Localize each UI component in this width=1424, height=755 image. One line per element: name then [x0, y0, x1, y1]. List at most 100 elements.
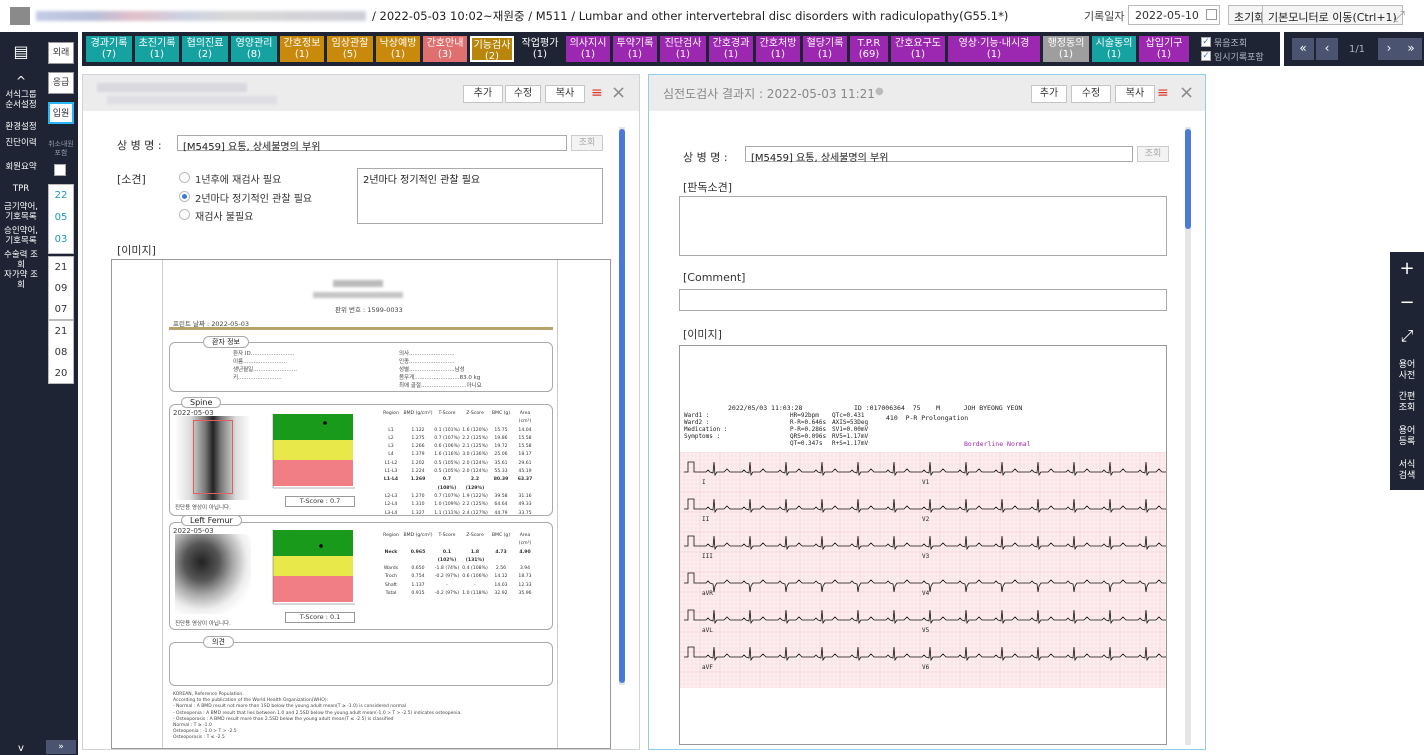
- tab-15[interactable]: 혈당기록 (1): [803, 36, 847, 62]
- panel-scrollbar[interactable]: [619, 127, 625, 685]
- tab-10[interactable]: 의사지시 (1): [566, 36, 610, 62]
- tab-0[interactable]: 경과기록 (7): [86, 36, 132, 62]
- close-icon[interactable]: ×: [1179, 82, 1194, 103]
- radio-no-retest[interactable]: [179, 209, 190, 220]
- zoom-in-icon[interactable]: +: [1390, 260, 1424, 278]
- quick-lookup-button[interactable]: 간편 조회: [1390, 392, 1424, 414]
- sidebar-item[interactable]: 금기약어, 기호목록: [0, 202, 42, 222]
- sidebar-item[interactable]: TPR: [0, 184, 42, 194]
- bundle-view-checkbox[interactable]: ✓: [1201, 37, 1211, 47]
- reading-textarea[interactable]: [679, 196, 1167, 256]
- calendar-icon[interactable]: [1206, 9, 1217, 20]
- fit-screen-icon[interactable]: ⤢: [1390, 328, 1424, 344]
- table-cell: Z-Score: [466, 533, 484, 538]
- tab-16[interactable]: T.P.R (69): [850, 36, 888, 62]
- last-page-button[interactable]: »: [1400, 38, 1422, 60]
- edit-button[interactable]: 수정: [1071, 85, 1111, 103]
- lookup-button[interactable]: 조회: [1137, 146, 1169, 162]
- scroll-thumb[interactable]: [619, 129, 625, 683]
- ecg-value: R+S=1.17mV: [832, 440, 869, 447]
- diagnosis-input[interactable]: [M5459] 요통, 상세불명의 부위: [177, 135, 567, 153]
- tab-1[interactable]: 초진기록 (1): [135, 36, 179, 62]
- radio-retest-1year[interactable]: [179, 172, 190, 183]
- tab-label: 영양관리: [235, 38, 273, 49]
- visit-type-emergency[interactable]: 응급: [48, 72, 74, 94]
- visit-date-group[interactable]: 21 08 20: [48, 320, 74, 384]
- cancel-include-checkbox[interactable]: [54, 164, 66, 176]
- visit-type-inpatient[interactable]: 입원: [48, 102, 74, 124]
- visit-type-outpatient[interactable]: 외래: [48, 42, 74, 64]
- tab-6[interactable]: 낙상예방 (1): [376, 36, 420, 62]
- fullscreen-icon[interactable]: ⤢: [1393, 7, 1405, 25]
- tab-14[interactable]: 간호처방 (1): [756, 36, 800, 62]
- form-search-button[interactable]: 서식 검색: [1390, 460, 1424, 482]
- ecg-lead-label: V6: [922, 664, 930, 671]
- sidebar-item[interactable]: 수술력 조 회: [0, 250, 42, 270]
- tab-5[interactable]: 임상관찰 (5): [327, 36, 373, 62]
- move-monitor-button[interactable]: 기본모니터로 이동(Ctrl+1): [1262, 5, 1403, 25]
- table-cell: L2: [388, 435, 394, 441]
- table-cell: 1.202: [411, 460, 425, 466]
- table-cell: 3.94: [519, 566, 531, 572]
- ecg-lead-label: aVL: [702, 627, 713, 634]
- scroll-thumb[interactable]: [1185, 129, 1191, 229]
- menu-icon[interactable]: ≡: [1157, 86, 1169, 100]
- ecg-value: SV1=0.00mV: [832, 426, 869, 433]
- visit-date-group-selected[interactable]: 22 05 03: [48, 184, 74, 254]
- sidebar-item[interactable]: 회원요약: [0, 162, 42, 172]
- collapse-up-icon[interactable]: ^: [0, 75, 42, 87]
- tab-17[interactable]: 간호요구도 (1): [891, 36, 945, 62]
- first-page-button[interactable]: «: [1292, 38, 1314, 60]
- tab-18[interactable]: 영상·기능·내시경 (1): [948, 36, 1040, 62]
- term-dictionary-button[interactable]: 용어 사전: [1390, 360, 1424, 382]
- tab-21[interactable]: 삽입기구 (1): [1139, 36, 1189, 62]
- panel-scrollbar[interactable]: [1185, 127, 1191, 745]
- table-cell: Troch: [384, 574, 398, 580]
- edit-button[interactable]: 수정: [505, 85, 541, 103]
- tab-20[interactable]: 시술동의 (1): [1092, 36, 1136, 62]
- zoom-out-icon[interactable]: −: [1390, 294, 1424, 312]
- sidebar-item[interactable]: 자가약 조 회: [0, 270, 42, 290]
- diagnosis-input[interactable]: [M5459] 요통, 상세불명의 부위: [745, 146, 1133, 164]
- include-temp-checkbox[interactable]: ✓: [1201, 51, 1211, 61]
- tab-13[interactable]: 간호경과 (1): [709, 36, 753, 62]
- table-cell: L4: [388, 452, 394, 458]
- tab-19[interactable]: 행정동의 (1): [1043, 36, 1089, 62]
- add-button[interactable]: 추가: [463, 85, 503, 103]
- expand-right-button[interactable]: »: [46, 740, 76, 754]
- tab-2[interactable]: 협의진료 (2): [182, 36, 228, 62]
- ecg-lead-label: aVR: [702, 590, 713, 597]
- prev-page-button[interactable]: ‹: [1316, 38, 1338, 60]
- tab-9[interactable]: 작업평가 (1): [517, 36, 563, 62]
- tab-count: (3): [437, 49, 453, 60]
- sidebar-item[interactable]: 승인약어, 기호목록: [0, 226, 42, 246]
- finding-textarea[interactable]: 2년마다 정기적인 관찰 필요: [357, 168, 603, 224]
- menu-icon[interactable]: ≡: [591, 86, 603, 100]
- tab-8[interactable]: 기능검사 (2): [470, 36, 514, 62]
- spine-title: Spine: [181, 397, 222, 408]
- tab-3[interactable]: 영양관리 (8): [231, 36, 277, 62]
- close-icon[interactable]: ×: [611, 82, 626, 103]
- tab-4[interactable]: 간호정보 (1): [280, 36, 324, 62]
- next-page-button[interactable]: ›: [1378, 38, 1400, 60]
- term-register-button[interactable]: 용어 등록: [1390, 426, 1424, 448]
- table-cell: 2.2 (129%): [465, 477, 485, 491]
- sidebar-item[interactable]: 진단이력: [0, 138, 42, 148]
- include-temp-label: 임시기록포함: [1214, 53, 1264, 63]
- radio-observe-2year[interactable]: [179, 191, 190, 202]
- tab-12[interactable]: 진단검사 (1): [660, 36, 706, 62]
- add-button[interactable]: 추가: [1031, 85, 1067, 103]
- document-icon[interactable]: ▤: [0, 44, 42, 60]
- comment-input[interactable]: [679, 289, 1167, 311]
- tab-7[interactable]: 간호안내 (3): [423, 36, 467, 62]
- table-row: L1-L3 1.224 0.5 (105%) 2.0 (124%) 55.33 45.19: [379, 468, 537, 476]
- sidebar-item[interactable]: 환경설정: [0, 122, 42, 132]
- chevron-down-icon[interactable]: v: [0, 744, 42, 754]
- copy-button[interactable]: 복사: [1115, 85, 1155, 103]
- tab-11[interactable]: 투약기록 (1): [613, 36, 657, 62]
- copy-button[interactable]: 복사: [545, 85, 585, 103]
- sidebar-item[interactable]: 서식그룹 순서설정: [0, 90, 42, 110]
- visit-date-group[interactable]: 21 09 07: [48, 256, 74, 320]
- table-cell: 14.04: [518, 427, 532, 433]
- lookup-button[interactable]: 조회: [571, 135, 603, 151]
